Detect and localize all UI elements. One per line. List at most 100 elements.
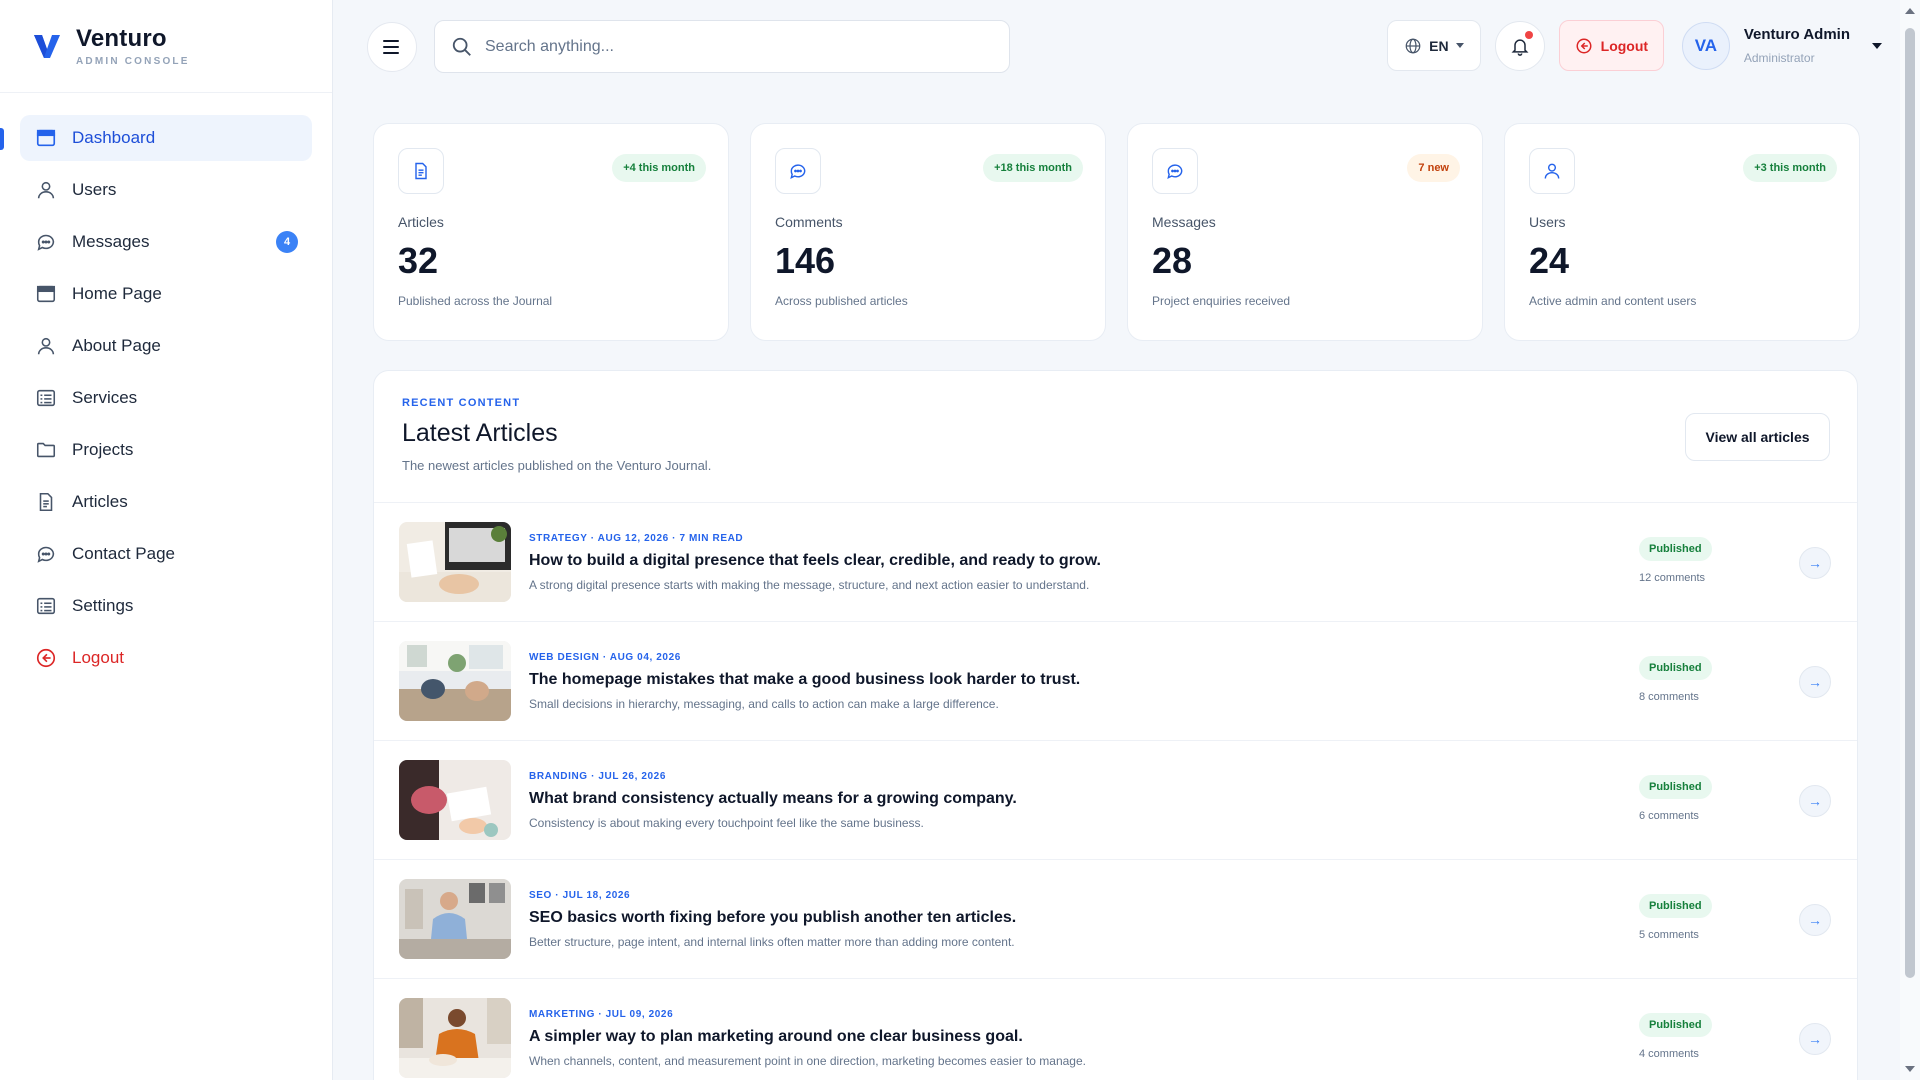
article-excerpt: When channels, content, and measurement … (529, 1053, 1086, 1068)
stat-card-messages[interactable]: 7 new Messages 28 Project enquiries rece… (1127, 123, 1483, 341)
panel-header: RECENT CONTENT Latest Articles The newes… (374, 371, 1857, 503)
sidebar-item-services[interactable]: Services (20, 375, 312, 421)
sidebar-item-label: Logout (72, 648, 124, 667)
sidebar-item-home-page[interactable]: Home Page (20, 271, 312, 317)
sidebar-item-articles[interactable]: Articles (20, 479, 312, 525)
stat-description: Project enquiries received (1152, 294, 1291, 308)
article-row[interactable]: STRATEGY · AUG 12, 2026 · 7 MIN READ How… (374, 503, 1857, 622)
logout-button[interactable]: Logout (1558, 20, 1664, 71)
folder-icon (34, 438, 58, 462)
stat-trend-badge: +3 this month (1743, 154, 1837, 182)
arrow-right-icon[interactable]: → (1799, 666, 1831, 698)
hamburger-icon (383, 39, 399, 54)
comment-count: 12 comments (1639, 572, 1706, 584)
article-title[interactable]: What brand consistency actually means fo… (529, 790, 1017, 808)
stat-description: Active admin and content users (1529, 294, 1697, 308)
stat-value: 28 (1152, 240, 1193, 281)
sidebar-item-messages[interactable]: Messages 4 (20, 219, 312, 265)
article-thumbnail (399, 641, 511, 721)
language-select[interactable]: EN (1386, 20, 1481, 71)
logout-icon (1576, 38, 1592, 53)
comment-count: 8 comments (1639, 691, 1699, 703)
sidebar-item-users[interactable]: Users (20, 167, 312, 213)
article-thumbnail (399, 760, 511, 840)
sidebar-item-label: Dashboard (72, 128, 156, 147)
scroll-down-icon[interactable] (1905, 1066, 1915, 1072)
bell-icon (1511, 38, 1529, 56)
stat-description: Published across the Journal (398, 294, 553, 308)
sidebar-item-projects[interactable]: Projects (20, 427, 312, 473)
unread-badge: 4 (276, 231, 298, 253)
sidebar-nav: Dashboard Users Messages 4 Home Page Abo… (0, 93, 332, 681)
chevron-down-icon (1455, 43, 1464, 48)
stat-card-users[interactable]: +3 this month Users 24 Active admin and … (1504, 123, 1860, 341)
stat-trend-badge: 7 new (1407, 154, 1460, 182)
list-icon (34, 386, 58, 410)
comment-count: 6 comments (1639, 810, 1699, 822)
brand[interactable]: Venturo ADMIN CONSOLE (0, 0, 332, 93)
article-meta: WEB DESIGN · AUG 04, 2026 (529, 651, 681, 663)
article-title[interactable]: The homepage mistakes that make a good b… (529, 671, 1080, 689)
sidebar: Venturo ADMIN CONSOLE Dashboard Users Me… (0, 0, 333, 1080)
user-role: Administrator (1743, 51, 1815, 65)
stat-card-comments[interactable]: +18 this month Comments 146 Across publi… (750, 123, 1106, 341)
article-title[interactable]: SEO basics worth fixing before you publi… (529, 909, 1016, 927)
user-icon (34, 334, 58, 358)
view-all-articles-button[interactable]: View all articles (1685, 413, 1830, 461)
topbar: EN Logout VA Venturo Admin Administrator (334, 0, 1900, 93)
scroll-up-icon[interactable] (1905, 8, 1915, 14)
article-title[interactable]: How to build a digital presence that fee… (529, 552, 1101, 570)
page-scrollbar[interactable] (1900, 0, 1920, 1080)
article-row[interactable]: BRANDING · JUL 26, 2026 What brand consi… (374, 741, 1857, 860)
scrollbar-thumb[interactable] (1905, 28, 1915, 978)
article-meta: STRATEGY · AUG 12, 2026 · 7 MIN READ (529, 532, 744, 544)
sidebar-item-label: Settings (72, 596, 134, 615)
article-title[interactable]: A simpler way to plan marketing around o… (529, 1028, 1086, 1046)
search-box[interactable] (434, 20, 1010, 73)
sidebar-item-logout[interactable]: Logout (20, 635, 312, 681)
article-row[interactable]: SEO · JUL 18, 2026 SEO basics worth fixi… (374, 860, 1857, 979)
comment-count: 4 comments (1639, 1048, 1699, 1060)
sidebar-item-label: Services (72, 388, 138, 407)
latest-articles-panel: RECENT CONTENT Latest Articles The newes… (373, 370, 1858, 1080)
sidebar-item-about-page[interactable]: About Page (20, 323, 312, 369)
arrow-right-icon[interactable]: → (1799, 547, 1831, 579)
user-icon (34, 178, 58, 202)
article-excerpt: Small decisions in hierarchy, messaging,… (529, 696, 999, 711)
chat-icon (34, 542, 58, 566)
sidebar-item-contact-page[interactable]: Contact Page (20, 531, 312, 577)
arrow-right-icon[interactable]: → (1799, 785, 1831, 817)
article-row[interactable]: MARKETING · JUL 09, 2026 A simpler way t… (374, 979, 1857, 1080)
stat-description: Across published articles (775, 294, 908, 308)
panel-subtitle: The newest articles published on the Ven… (402, 458, 712, 473)
article-excerpt: Better structure, page intent, and inter… (529, 934, 1015, 949)
language-code: EN (1429, 37, 1449, 54)
sidebar-item-label: Projects (72, 440, 134, 459)
article-excerpt: Consistency is about making every touchp… (529, 815, 924, 830)
stat-card-articles[interactable]: +4 this month Articles 32 Published acro… (373, 123, 729, 341)
sidebar-item-label: Messages (72, 232, 150, 251)
stat-label: Messages (1152, 214, 1216, 230)
search-input[interactable] (485, 37, 965, 56)
notifications-button[interactable] (1494, 20, 1545, 71)
sidebar-item-settings[interactable]: Settings (20, 583, 312, 629)
globe-icon (1405, 38, 1421, 53)
user-name: Venturo Admin (1743, 26, 1850, 43)
article-thumbnail (399, 522, 511, 602)
chat-icon (775, 148, 821, 194)
user-icon (1529, 148, 1575, 194)
stat-trend-badge: +4 this month (612, 154, 706, 182)
caret-down-icon (1872, 42, 1882, 49)
sidebar-item-dashboard[interactable]: Dashboard (20, 115, 312, 161)
panel-eyebrow: RECENT CONTENT (402, 397, 521, 409)
brand-subtitle: ADMIN CONSOLE (76, 56, 190, 67)
arrow-right-icon[interactable]: → (1799, 1023, 1831, 1055)
user-menu[interactable]: VA Venturo Admin Administrator (1681, 21, 1900, 70)
menu-toggle-button[interactable] (367, 21, 417, 72)
stat-label: Users (1529, 214, 1566, 230)
article-row[interactable]: WEB DESIGN · AUG 04, 2026 The homepage m… (374, 622, 1857, 741)
logo-icon (34, 35, 60, 58)
sidebar-item-label: Users (72, 180, 117, 199)
arrow-right-icon[interactable]: → (1799, 904, 1831, 936)
logout-label: Logout (1600, 37, 1649, 54)
